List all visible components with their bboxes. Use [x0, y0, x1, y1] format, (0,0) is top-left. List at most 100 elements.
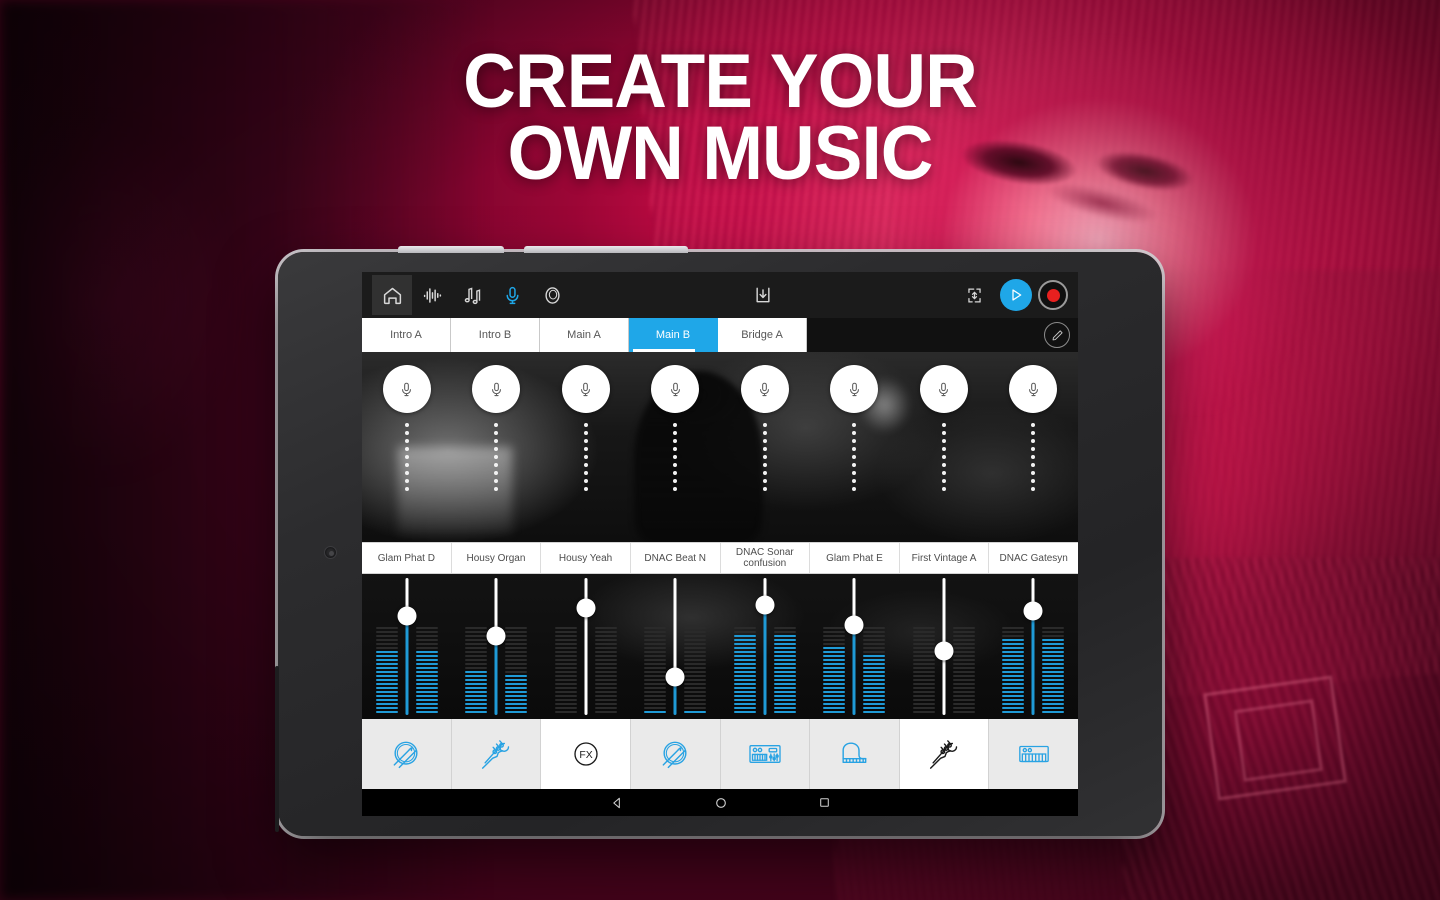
track-name[interactable]: DNAC Beat N — [631, 543, 721, 573]
pad-record-button[interactable] — [651, 365, 700, 413]
microphone-icon-button[interactable] — [492, 275, 532, 315]
vu-meter-right — [594, 580, 617, 713]
pad-mic-row — [362, 352, 1078, 542]
pad-record-button[interactable] — [382, 365, 431, 413]
instrument-button[interactable] — [810, 719, 900, 789]
home-icon-button[interactable] — [372, 275, 412, 315]
instrument-button[interactable] — [899, 719, 990, 789]
vu-meter-left — [1002, 580, 1025, 713]
pad-record-button[interactable] — [472, 365, 521, 413]
pad-record-button[interactable] — [561, 365, 610, 413]
track-name[interactable]: Glam Phat E — [810, 543, 900, 573]
mixer-channel — [452, 574, 542, 719]
microphone-icon — [1025, 381, 1042, 398]
track-name-row: Glam Phat D Housy Organ Housy Yeah DNAC Bea… — [362, 542, 1078, 574]
app-toolbar — [362, 272, 1078, 318]
fader-knob[interactable] — [576, 598, 596, 618]
headline-line-1: CREATE YOUR — [463, 39, 978, 124]
channel-fader[interactable] — [755, 578, 775, 715]
vu-meter-left — [554, 580, 577, 713]
vu-meter-left — [375, 580, 398, 713]
save-download-icon-button[interactable] — [743, 275, 783, 315]
microphone-icon — [577, 381, 594, 398]
pad-column — [810, 352, 900, 542]
instrument-button[interactable] — [362, 719, 452, 789]
front-camera — [324, 546, 337, 559]
track-name[interactable]: DNAC Sonar confusion — [721, 543, 811, 573]
music-notes-icon — [462, 285, 483, 306]
section-tabs: Intro A Intro B Main A Main B Bridge A — [362, 318, 1078, 352]
tab-bridge-a[interactable]: Bridge A — [718, 318, 807, 352]
vu-meter-left — [644, 580, 667, 713]
fader-track-lower — [852, 624, 856, 715]
fader-knob[interactable] — [486, 626, 506, 646]
loop-icon-button[interactable] — [954, 275, 994, 315]
vu-meter-left — [465, 580, 488, 713]
channel-fader[interactable] — [844, 578, 864, 715]
channel-fader[interactable] — [576, 578, 596, 715]
pad-column — [541, 352, 631, 542]
play-icon — [1008, 287, 1024, 303]
tab-main-b[interactable]: Main B — [629, 318, 718, 352]
tab-main-a[interactable]: Main A — [540, 318, 629, 352]
vu-meter-right — [863, 580, 886, 713]
vu-meter-left — [733, 580, 756, 713]
instrument-button[interactable] — [451, 719, 542, 789]
instrument-button[interactable] — [720, 719, 811, 789]
pad-record-button[interactable] — [740, 365, 789, 413]
fader-knob[interactable] — [397, 606, 417, 626]
pencil-icon — [1051, 329, 1064, 342]
fader-knob[interactable] — [755, 595, 775, 615]
pad-record-button[interactable] — [1009, 365, 1058, 413]
home-icon — [382, 285, 403, 306]
track-name[interactable]: Glam Phat D — [362, 543, 452, 573]
pad-column — [899, 352, 989, 542]
pad-column — [631, 352, 721, 542]
android-recents-icon[interactable] — [818, 796, 831, 809]
fader-knob[interactable] — [844, 615, 864, 635]
tab-intro-a[interactable]: Intro A — [362, 318, 451, 352]
fader-knob[interactable] — [934, 641, 954, 661]
channel-fader[interactable] — [934, 578, 954, 715]
android-back-icon[interactable] — [610, 796, 624, 810]
vu-meter-right — [415, 580, 438, 713]
vu-meter-right — [952, 580, 975, 713]
instrument-button[interactable]: FX — [541, 719, 631, 789]
mixer-channel — [631, 574, 721, 719]
fader-knob[interactable] — [665, 667, 685, 687]
pad-record-button[interactable] — [919, 365, 968, 413]
toolbar-right-group — [954, 275, 1068, 315]
edit-sections-button[interactable] — [1044, 322, 1070, 348]
guitar-headstock-icon — [924, 734, 964, 774]
fader-track-lower — [405, 616, 409, 715]
pad-record-button[interactable] — [830, 365, 879, 413]
microphone-icon — [935, 381, 952, 398]
channel-fader[interactable] — [665, 578, 685, 715]
mixer — [362, 574, 1078, 719]
track-name[interactable]: Housy Yeah — [541, 543, 631, 573]
track-name[interactable]: First Vintage A — [900, 543, 990, 573]
channel-fader[interactable] — [486, 578, 506, 715]
toolbar-left-group — [372, 275, 572, 315]
vu-meter-right — [773, 580, 796, 713]
channel-fader[interactable] — [1023, 578, 1043, 715]
pad-column — [452, 352, 542, 542]
waveform-icon-button[interactable] — [412, 275, 452, 315]
tab-intro-b[interactable]: Intro B — [451, 318, 540, 352]
vu-meter-left — [912, 580, 935, 713]
microphone-icon — [667, 381, 684, 398]
track-name[interactable]: Housy Organ — [452, 543, 542, 573]
channel-fader[interactable] — [397, 578, 417, 715]
synth-keyboard-icon — [745, 734, 785, 774]
track-name[interactable]: DNAC Gatesyn — [989, 543, 1078, 573]
record-button[interactable] — [1038, 280, 1068, 310]
microphone-icon — [756, 381, 773, 398]
music-notes-icon-button[interactable] — [452, 275, 492, 315]
fader-knob[interactable] — [1023, 601, 1043, 621]
instrument-button[interactable] — [989, 719, 1078, 789]
instrument-button[interactable] — [630, 719, 721, 789]
play-button[interactable] — [1000, 279, 1032, 311]
knob-icon-button[interactable] — [532, 275, 572, 315]
android-home-icon[interactable] — [714, 796, 728, 810]
svg-text:FX: FX — [579, 750, 592, 761]
